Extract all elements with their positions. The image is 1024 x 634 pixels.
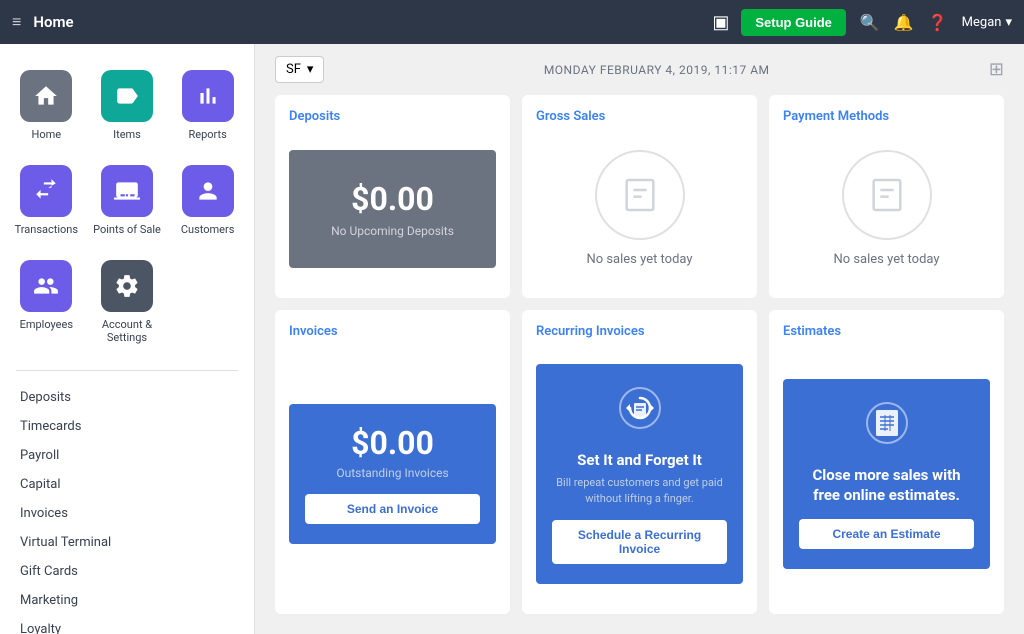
sidebar-link-gift-cards[interactable]: Gift Cards bbox=[0, 557, 254, 586]
hamburger-icon[interactable]: ≡ bbox=[12, 12, 21, 32]
invoice-inner: $0.00 Outstanding Invoices Send an Invoi… bbox=[289, 404, 496, 544]
deposits-card: Deposits $0.00 No Upcoming Deposits bbox=[275, 95, 510, 298]
payment-methods-card-title: Payment Methods bbox=[783, 109, 990, 124]
gross-sales-card: Gross Sales No sales yet today bbox=[522, 95, 757, 298]
pos-icon-box bbox=[101, 165, 153, 217]
sidebar-link-deposits[interactable]: Deposits bbox=[0, 383, 254, 412]
sidebar-item-home[interactable]: Home bbox=[8, 60, 85, 151]
home-icon-label: Home bbox=[32, 128, 62, 141]
sidebar: Home Items Reports Transactions bbox=[0, 44, 255, 634]
square-logo: ▣ bbox=[712, 12, 729, 33]
sidebar-divider bbox=[16, 370, 238, 371]
gross-sales-empty-text: No sales yet today bbox=[586, 252, 692, 267]
gross-sales-empty-icon bbox=[595, 150, 685, 240]
sidebar-link-virtual-terminal[interactable]: Virtual Terminal bbox=[0, 528, 254, 557]
invoices-card-title: Invoices bbox=[289, 324, 496, 339]
account-settings-icon-label: Account &Settings bbox=[102, 318, 152, 344]
invoices-card: Invoices $0.00 Outstanding Invoices Send… bbox=[275, 310, 510, 614]
top-nav: ≡ Home ▣ Setup Guide 🔍 🔔 ❓ Megan ▾ bbox=[0, 0, 1024, 44]
sidebar-item-account-settings[interactable]: Account &Settings bbox=[89, 250, 166, 354]
home-icon-box bbox=[20, 70, 72, 122]
sidebar-link-capital[interactable]: Capital bbox=[0, 470, 254, 499]
invoice-label: Outstanding Invoices bbox=[336, 466, 448, 480]
send-invoice-button[interactable]: Send an Invoice bbox=[305, 494, 480, 524]
items-icon-label: Items bbox=[113, 128, 141, 141]
invoices-card-body: $0.00 Outstanding Invoices Send an Invoi… bbox=[289, 349, 496, 600]
recurring-invoices-card-body: Set It and Forget It Bill repeat custome… bbox=[536, 349, 743, 600]
content-area: SF ▾ MONDAY FEBRUARY 4, 2019, 11:17 AM ⊞… bbox=[255, 44, 1024, 634]
reports-icon-box bbox=[182, 70, 234, 122]
account-settings-icon-box bbox=[101, 260, 153, 312]
deposits-card-body: $0.00 No Upcoming Deposits bbox=[289, 134, 496, 284]
sidebar-item-items[interactable]: Items bbox=[89, 60, 166, 151]
customers-icon-box bbox=[182, 165, 234, 217]
transactions-icon-label: Transactions bbox=[15, 223, 78, 236]
setup-guide-button[interactable]: Setup Guide bbox=[741, 9, 846, 36]
dashboard-grid: Deposits $0.00 No Upcoming Deposits Gros… bbox=[255, 95, 1024, 634]
recurring-inner: Set It and Forget It Bill repeat custome… bbox=[536, 364, 743, 584]
help-icon[interactable]: ❓ bbox=[928, 13, 948, 32]
recurring-section-desc: Bill repeat customers and get paid witho… bbox=[552, 475, 727, 506]
invoice-amount: $0.00 bbox=[351, 424, 434, 462]
search-icon[interactable]: 🔍 bbox=[860, 13, 880, 32]
bell-icon[interactable]: 🔔 bbox=[894, 13, 914, 32]
location-selector[interactable]: SF ▾ bbox=[275, 56, 324, 83]
sidebar-link-loyalty[interactable]: Loyalty bbox=[0, 615, 254, 634]
estimates-icon bbox=[863, 399, 911, 456]
user-chevron-icon: ▾ bbox=[1005, 15, 1012, 30]
sidebar-link-payroll[interactable]: Payroll bbox=[0, 441, 254, 470]
estimates-card-title: Estimates bbox=[783, 324, 990, 339]
transactions-icon-box bbox=[20, 165, 72, 217]
sidebar-links: Deposits Timecards Payroll Capital Invoi… bbox=[0, 379, 254, 634]
recurring-invoices-card-title: Recurring Invoices bbox=[536, 324, 743, 339]
sidebar-item-customers[interactable]: Customers bbox=[169, 155, 246, 246]
estimates-card: Estimates bbox=[769, 310, 1004, 614]
content-header: SF ▾ MONDAY FEBRUARY 4, 2019, 11:17 AM ⊞ bbox=[255, 44, 1024, 95]
payment-methods-card-body: No sales yet today bbox=[783, 134, 990, 284]
pos-icon-label: Points of Sale bbox=[93, 223, 161, 236]
deposits-amount: $0.00 bbox=[351, 180, 434, 218]
employees-icon-box bbox=[20, 260, 72, 312]
payment-methods-card: Payment Methods No sales yet today bbox=[769, 95, 1004, 298]
sidebar-link-timecards[interactable]: Timecards bbox=[0, 412, 254, 441]
create-estimate-button[interactable]: Create an Estimate bbox=[799, 519, 974, 549]
user-menu[interactable]: Megan ▾ bbox=[962, 15, 1012, 30]
gross-sales-card-title: Gross Sales bbox=[536, 109, 743, 124]
estimates-card-body: Close more sales with free online estima… bbox=[783, 349, 990, 600]
recurring-icon bbox=[616, 384, 664, 441]
sidebar-item-reports[interactable]: Reports bbox=[169, 60, 246, 151]
gross-sales-card-body: No sales yet today bbox=[536, 134, 743, 284]
deposits-label: No Upcoming Deposits bbox=[331, 224, 454, 238]
sidebar-link-invoices[interactable]: Invoices bbox=[0, 499, 254, 528]
user-name: Megan bbox=[962, 15, 1002, 30]
date-time: MONDAY FEBRUARY 4, 2019, 11:17 AM bbox=[544, 63, 770, 77]
schedule-recurring-invoice-button[interactable]: Schedule a Recurring Invoice bbox=[552, 520, 727, 564]
location-chevron-icon: ▾ bbox=[307, 62, 314, 77]
sidebar-icons-grid: Home Items Reports Transactions bbox=[0, 44, 254, 362]
location-label: SF bbox=[286, 62, 301, 77]
deposits-inner: $0.00 No Upcoming Deposits bbox=[289, 150, 496, 268]
sidebar-link-marketing[interactable]: Marketing bbox=[0, 586, 254, 615]
sidebar-item-transactions[interactable]: Transactions bbox=[8, 155, 85, 246]
reports-icon-label: Reports bbox=[188, 128, 226, 141]
sidebar-item-pos[interactable]: Points of Sale bbox=[89, 155, 166, 246]
employees-icon-label: Employees bbox=[20, 318, 73, 331]
recurring-section-title: Set It and Forget It bbox=[577, 451, 702, 469]
payment-methods-empty-icon bbox=[842, 150, 932, 240]
recurring-invoices-card: Recurring Invoices bbox=[522, 310, 757, 614]
nav-right: Setup Guide 🔍 🔔 ❓ Megan ▾ bbox=[741, 9, 1012, 36]
sidebar-item-employees[interactable]: Employees bbox=[8, 250, 85, 354]
payment-methods-empty-text: No sales yet today bbox=[833, 252, 939, 267]
items-icon-box bbox=[101, 70, 153, 122]
customers-icon-label: Customers bbox=[181, 223, 235, 236]
estimates-section-title: Close more sales with free online estima… bbox=[799, 466, 974, 505]
main-layout: Home Items Reports Transactions bbox=[0, 44, 1024, 634]
deposits-card-title: Deposits bbox=[289, 109, 496, 124]
app-title: Home bbox=[33, 13, 700, 31]
grid-toggle-icon[interactable]: ⊞ bbox=[989, 59, 1004, 80]
estimates-inner: Close more sales with free online estima… bbox=[783, 379, 990, 569]
